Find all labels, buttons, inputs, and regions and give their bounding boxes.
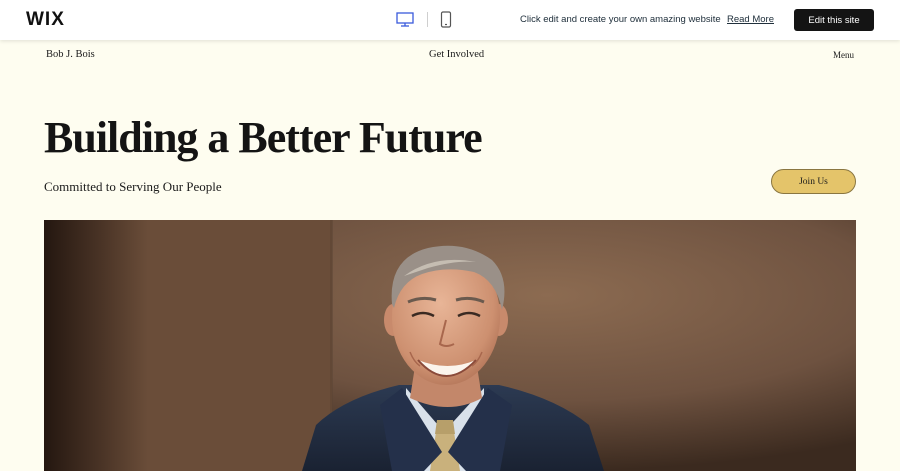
desktop-icon[interactable] xyxy=(396,12,414,27)
wix-promo-message: Click edit and create your own amazing w… xyxy=(520,14,721,25)
nav-get-involved[interactable]: Get Involved xyxy=(429,49,484,60)
read-more-link[interactable]: Read More xyxy=(727,14,774,25)
mobile-icon[interactable] xyxy=(440,11,452,28)
edit-site-button[interactable]: Edit this site xyxy=(794,9,874,31)
hero-subtitle: Committed to Serving Our People xyxy=(44,179,222,194)
nav-menu[interactable]: Menu xyxy=(833,50,854,60)
wix-top-bar: WIX Click edit and create your own amazi… xyxy=(0,0,900,40)
hero-portrait-image xyxy=(44,220,856,471)
join-us-button[interactable]: Join Us xyxy=(771,169,856,194)
hero-title: Building a Better Future xyxy=(44,113,483,162)
device-divider xyxy=(427,12,428,27)
wix-logo[interactable]: WIX xyxy=(26,9,65,31)
site-name[interactable]: Bob J. Bois xyxy=(46,49,95,60)
